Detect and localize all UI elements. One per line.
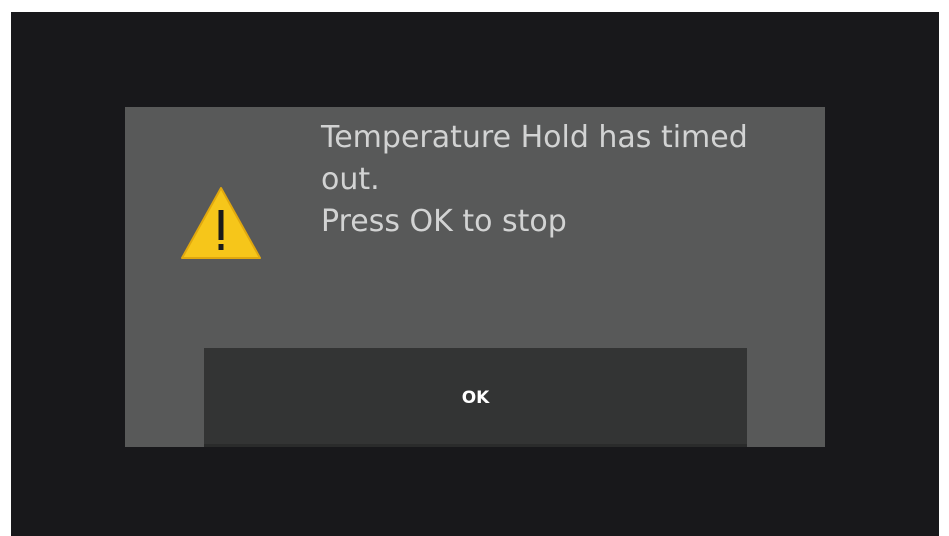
message-line-3: Press OK to stop [321, 204, 567, 239]
warning-triangle-icon [181, 187, 261, 259]
device-screen: Temperature Hold has timed out. Press OK… [11, 12, 939, 536]
dialog-message: Temperature Hold has timed out. Press OK… [321, 117, 801, 243]
message-line-1: Temperature Hold has timed [321, 120, 748, 155]
screenshot-frame: Temperature Hold has timed out. Press OK… [0, 0, 949, 536]
ok-button[interactable]: OK [204, 348, 747, 447]
alert-dialog: Temperature Hold has timed out. Press OK… [125, 107, 825, 447]
message-line-2: out. [321, 162, 380, 197]
